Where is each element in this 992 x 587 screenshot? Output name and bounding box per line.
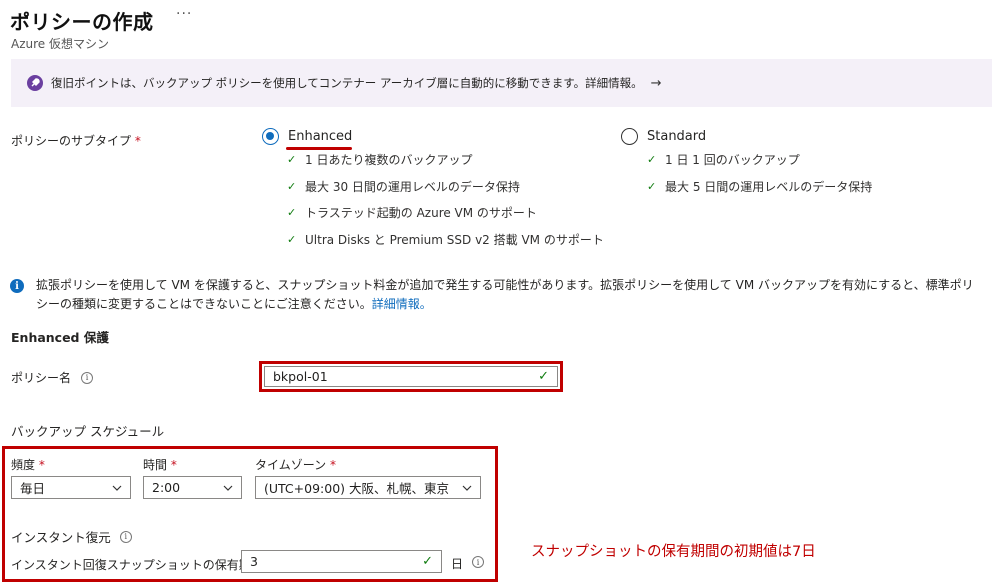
schedule-heading: バックアップ スケジュール (11, 424, 165, 439)
radio-enhanced[interactable]: Enhanced (262, 128, 352, 145)
chevron-down-icon (112, 485, 122, 491)
list-item: ✓ 1 日 1 回のバックアップ (647, 153, 800, 167)
chevron-down-icon (223, 485, 233, 491)
radio-selected-icon[interactable] (262, 128, 279, 145)
subtype-label: ポリシーのサブタイプ * (11, 134, 141, 148)
policy-name-label: ポリシー名 i (11, 369, 94, 386)
chevron-down-icon (462, 485, 472, 491)
timezone-label: タイムゾーン * (255, 458, 336, 472)
info-notice: 拡張ポリシーを使用して VM を保護すると、スナップショット料金が追加で発生する… (36, 278, 974, 311)
frequency-label: 頻度 * (11, 458, 45, 472)
page-title: ポリシーの作成 (10, 10, 154, 34)
more-options-button[interactable]: ··· (176, 6, 192, 22)
list-item: ✓ Ultra Disks と Premium SSD v2 搭載 VM のサポー… (287, 232, 604, 247)
check-valid-icon: ✓ (538, 369, 549, 384)
checkmark-icon: ✓ (287, 153, 297, 166)
policy-name-input[interactable]: bkpol-01 ✓ (264, 366, 558, 387)
checkmark-icon: ✓ (287, 206, 297, 219)
checkmark-icon: ✓ (647, 153, 657, 166)
info-tooltip-icon[interactable]: i (81, 371, 94, 384)
retention-input[interactable]: 3 ✓ (241, 550, 442, 573)
standard-features-list: ✓ 1 日 1 回のバックアップ ✓ 最大 5 日間の運用レベルのデータ保持 (647, 151, 872, 195)
required-asterisk: * (134, 134, 141, 148)
rocket-icon (27, 75, 43, 91)
banner-text: 復旧ポイントは、バックアップ ポリシーを使用してコンテナー アーカイブ層に自動的… (51, 76, 643, 90)
retention-label: インスタント回復スナップショットの保有期間 (11, 558, 263, 572)
frequency-select[interactable]: 毎日 (11, 476, 131, 499)
time-select[interactable]: 2:00 (143, 476, 242, 499)
checkmark-icon: ✓ (647, 179, 657, 193)
info-icon: i (10, 279, 24, 293)
time-label: 時間 * (143, 458, 177, 472)
retention-unit: 日 (451, 557, 464, 571)
radio-standard-label: Standard (647, 129, 707, 144)
section-heading: Enhanced 保護 (11, 330, 109, 345)
checkmark-icon: ✓ (287, 232, 297, 246)
info-tooltip-icon[interactable]: i (472, 556, 484, 568)
radio-standard[interactable]: Standard (621, 128, 706, 145)
list-item: ✓ 1 日あたり複数のバックアップ (287, 153, 473, 167)
radio-enhanced-label: Enhanced (288, 129, 353, 144)
annotation-note: スナップショットの保有期間の初期値は7日 (531, 544, 816, 560)
list-item: ✓ 最大 5 日間の運用レベルのデータ保持 (647, 179, 873, 194)
checkmark-icon: ✓ (287, 179, 297, 193)
highlight-underline (286, 147, 352, 150)
learn-more-link[interactable]: 詳細情報。 (372, 297, 432, 311)
page-subtitle: Azure 仮想マシン (11, 37, 109, 51)
enhanced-features-list: ✓ 1 日あたり複数のバックアップ ✓ 最大 30 日間の運用レベルのデータ保持 ✓… (287, 151, 604, 248)
timezone-select[interactable]: (UTC+09:00) 大阪、札幌、東京 (255, 476, 481, 499)
archive-info-banner: 復旧ポイントは、バックアップ ポリシーを使用してコンテナー アーカイブ層に自動的… (11, 59, 992, 107)
arrow-right-icon[interactable]: → (651, 76, 662, 91)
info-tooltip-icon[interactable]: i (119, 530, 132, 543)
check-valid-icon: ✓ (422, 554, 433, 569)
list-item: ✓ 最大 30 日間の運用レベルのデータ保持 (287, 179, 520, 194)
list-item: ✓ トラステッド起動の Azure VM のサポート (287, 206, 537, 220)
policy-name-highlight: bkpol-01 ✓ (259, 361, 563, 392)
radio-unselected-icon[interactable] (621, 128, 638, 145)
instant-restore-heading: インスタント復元 i (11, 527, 132, 546)
